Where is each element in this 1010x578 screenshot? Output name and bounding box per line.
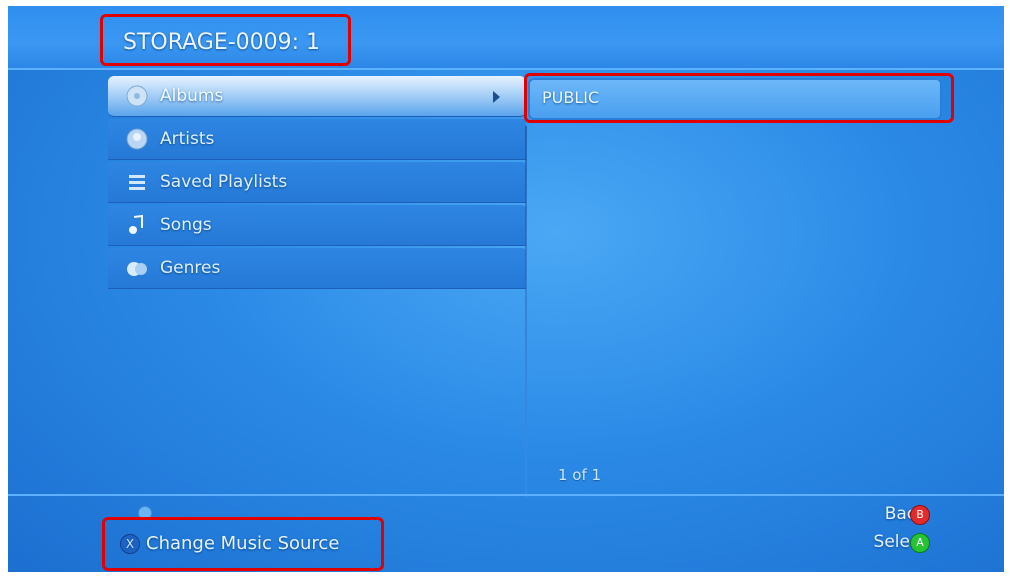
menu-item-saved-playlists[interactable]: Saved Playlists [108, 162, 526, 203]
footer-divider [8, 494, 1004, 496]
change-source-highlight-box [102, 517, 384, 571]
menu-item-label: Albums [160, 86, 224, 106]
b-button-icon: B [910, 505, 930, 525]
menu-item-albums[interactable]: Albums [108, 76, 526, 117]
song-icon [129, 214, 143, 234]
chevron-right-icon [493, 91, 500, 103]
menu-item-label: Songs [160, 215, 212, 235]
menu-item-label: Saved Playlists [160, 172, 288, 192]
menu-item-artists[interactable]: Artists [108, 119, 526, 160]
panel-divider [525, 126, 527, 498]
genre-icon [127, 262, 147, 276]
category-menu: Albums Artists Saved Playlists Songs Gen… [108, 76, 526, 289]
page-indicator: 1 of 1 [558, 466, 602, 484]
title-highlight-box [100, 14, 351, 66]
menu-item-label: Artists [160, 129, 215, 149]
public-highlight-box [524, 73, 954, 123]
playlist-icon [129, 175, 145, 190]
menu-item-label: Genres [160, 258, 221, 278]
menu-item-genres[interactable]: Genres [108, 248, 526, 289]
a-button-icon: A [910, 533, 930, 553]
artist-icon [126, 128, 148, 150]
menu-item-songs[interactable]: Songs [108, 205, 526, 246]
album-icon [126, 85, 148, 107]
